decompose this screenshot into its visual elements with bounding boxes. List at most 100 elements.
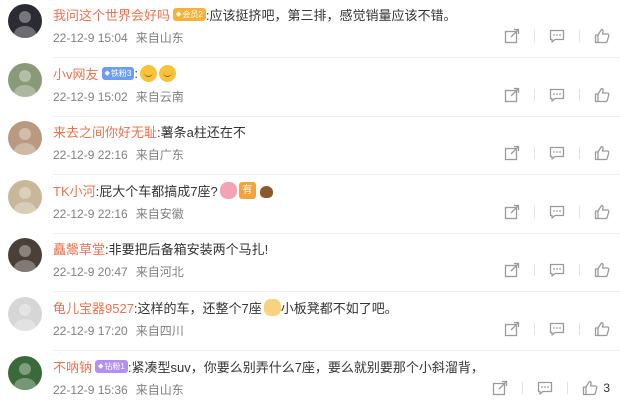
- reply-button[interactable]: [549, 262, 565, 278]
- action-divider: [579, 89, 580, 101]
- username-link[interactable]: 我问这个世界会好吗: [53, 5, 170, 24]
- reply-button[interactable]: [549, 145, 565, 161]
- comment-item: 来去之间你好无耻:薯条a柱还在不 22-12-9 22:16 来自广东: [0, 117, 620, 175]
- comment-item: 矗鬶草堂:非要把后备箱安装两个马扎! 22-12-9 20:47 来自河北: [0, 234, 620, 292]
- comment-time: 22-12-9 15:04: [53, 31, 128, 45]
- share-button[interactable]: [492, 380, 508, 396]
- comment-meta: 22-12-9 20:47 来自河北: [53, 263, 184, 279]
- comment-text-continued: 小板凳都不如了吧。: [280, 300, 398, 316]
- action-divider: [534, 323, 535, 335]
- comment-location: 来自安徽: [135, 207, 184, 221]
- fan-badge[interactable]: ◆ 会员2: [173, 7, 206, 21]
- like-button[interactable]: [594, 87, 610, 103]
- diamond-icon: ◆: [98, 362, 104, 370]
- fan-badge[interactable]: ◆ 钻粉1: [95, 359, 128, 373]
- comment-text: :紧凑型suv，你要么别弄什么7座，要么就别要那个小斜溜背，: [127, 359, 484, 375]
- username-link[interactable]: 不呐钠: [53, 357, 92, 376]
- comment-line: 矗鬶草堂:非要把后备箱安装两个马扎!: [53, 238, 606, 258]
- comment-text: :屁大个车都搞成7座?: [95, 183, 218, 199]
- comment-line: 龟儿宝器9527:这样的车，还整个7座 小板凳都不如了吧。: [53, 297, 606, 317]
- like-button[interactable]: 3: [582, 380, 610, 396]
- user-avatar[interactable]: [8, 63, 42, 97]
- reply-button[interactable]: [549, 321, 565, 337]
- comment-text: :应该挺挤吧，第三排，感觉销量应该不错。: [205, 7, 457, 23]
- like-button[interactable]: [594, 321, 610, 337]
- action-divider: [579, 30, 580, 42]
- comment-location: 来自山东: [135, 31, 184, 45]
- share-icon: [504, 145, 520, 161]
- user-avatar[interactable]: [8, 4, 42, 38]
- user-avatar[interactable]: [8, 297, 42, 331]
- reply-button[interactable]: [549, 204, 565, 220]
- share-button[interactable]: [504, 87, 520, 103]
- username-link[interactable]: 龟儿宝器9527: [53, 298, 134, 317]
- username-link[interactable]: 小v网友: [53, 64, 99, 83]
- user-avatar[interactable]: [8, 121, 42, 155]
- comment-actions: [490, 203, 610, 221]
- user-avatar[interactable]: [8, 356, 42, 390]
- share-icon: [504, 262, 520, 278]
- cat-emoji: [263, 298, 281, 316]
- comment-icon: [549, 145, 565, 161]
- share-button[interactable]: [504, 262, 520, 278]
- comment-location: 来自河北: [135, 265, 184, 279]
- share-button[interactable]: [504, 321, 520, 337]
- comment-time: 22-12-9 22:16: [53, 207, 128, 221]
- share-button[interactable]: [504, 204, 520, 220]
- share-icon: [504, 87, 520, 103]
- like-button[interactable]: [594, 28, 610, 44]
- comment-location: 来自山东: [135, 383, 184, 397]
- reply-button[interactable]: [537, 380, 553, 396]
- smile-emoji: [139, 64, 157, 82]
- action-divider: [579, 264, 580, 276]
- comment-actions: [490, 144, 610, 162]
- comment-item: 我问这个世界会好吗 ◆ 会员2:应该挺挤吧，第三排，感觉销量应该不错。 22-12-9…: [0, 0, 620, 58]
- action-divider: [579, 323, 580, 335]
- diamond-icon: ◆: [176, 10, 182, 18]
- reply-button[interactable]: [549, 87, 565, 103]
- comment-time: 22-12-9 15:36: [53, 383, 128, 397]
- badge-label: 会员2: [182, 9, 203, 19]
- action-divider: [534, 89, 535, 101]
- comment-time: 22-12-9 15:02: [53, 90, 128, 104]
- row-divider: [53, 57, 620, 58]
- action-divider: [534, 30, 535, 42]
- comment-time: 22-12-9 20:47: [53, 265, 128, 279]
- share-button[interactable]: [504, 28, 520, 44]
- comment-line: 不呐钠 ◆ 钻粉1:紧凑型suv，你要么别弄什么7座，要么就别要那个小斜溜背，: [53, 356, 606, 376]
- comment-line: 来去之间你好无耻:薯条a柱还在不: [53, 121, 606, 141]
- action-divider: [579, 206, 580, 218]
- user-avatar[interactable]: [8, 238, 42, 272]
- username-link[interactable]: TK小河: [53, 181, 96, 200]
- share-button[interactable]: [504, 145, 520, 161]
- username-link[interactable]: 来去之间你好无耻: [53, 122, 157, 141]
- badge-label: 铁粉3: [110, 68, 132, 78]
- thumbs-up-icon: [594, 28, 610, 44]
- fan-badge[interactable]: ◆ 铁粉3: [101, 66, 135, 80]
- share-icon: [504, 204, 520, 220]
- like-button[interactable]: [594, 204, 610, 220]
- like-button[interactable]: [594, 145, 610, 161]
- thumbs-up-icon: [594, 321, 610, 337]
- comment-item: 龟儿宝器9527:这样的车，还整个7座 小板凳都不如了吧。 22-12-9 17:2…: [0, 293, 620, 351]
- comment-list: 我问这个世界会好吗 ◆ 会员2:应该挺挤吧，第三排，感觉销量应该不错。 22-12-9…: [0, 0, 620, 417]
- username-link[interactable]: 矗鬶草堂: [53, 239, 105, 258]
- comment-icon: [549, 262, 565, 278]
- comment-line: 我问这个世界会好吗 ◆ 会员2:应该挺挤吧，第三排，感觉销量应该不错。: [53, 4, 606, 24]
- comment-item: TK小河:屁大个车都搞成7座? 有 22-12-9 22:16 来自安徽: [0, 176, 620, 234]
- badge-label: 钻粉1: [104, 361, 125, 371]
- comment-text: :非要把后备箱安装两个马扎!: [105, 241, 269, 257]
- reply-button[interactable]: [549, 28, 565, 44]
- row-divider: [53, 174, 620, 175]
- like-button[interactable]: [594, 262, 610, 278]
- row-divider: [53, 291, 620, 292]
- thumbs-up-icon: [594, 87, 610, 103]
- share-icon: [504, 321, 520, 337]
- comment-meta: 22-12-9 15:02 来自云南: [53, 88, 184, 104]
- action-divider: [567, 382, 569, 394]
- comment-actions: 3: [478, 379, 610, 397]
- comment-item: 小v网友 ◆ 铁粉3:22-12-9 15:02 来自云南: [0, 59, 620, 117]
- user-avatar[interactable]: [8, 180, 42, 214]
- comment-icon: [549, 204, 565, 220]
- comment-icon: [549, 87, 565, 103]
